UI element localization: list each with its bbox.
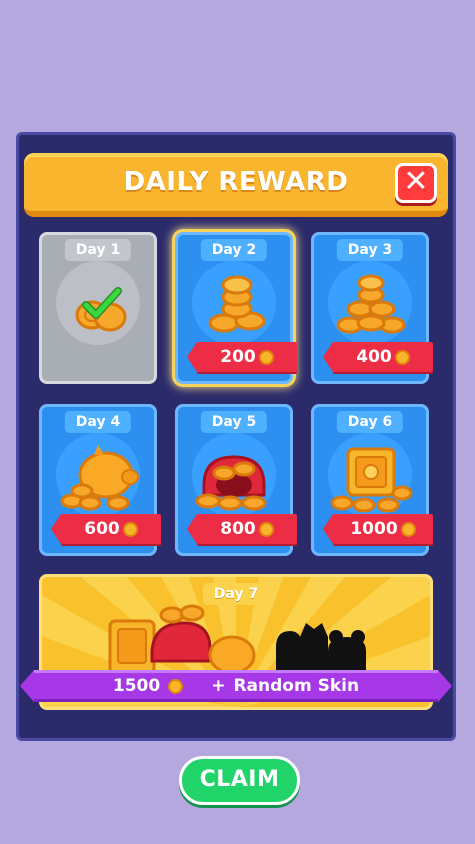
coin-stack-icon <box>208 275 266 333</box>
coin-icon <box>258 349 274 365</box>
reward-amount-ribbon: 200 <box>187 342 297 372</box>
reward-amount: 1500 <box>112 676 161 696</box>
mystery-skin-silhouettes-icon <box>276 623 366 675</box>
claim-button[interactable]: CLAIM <box>179 756 300 805</box>
reward-amount: 1000 <box>350 519 398 539</box>
treasure-sack-icon <box>195 455 267 511</box>
checkmark-icon <box>82 287 122 319</box>
reward-amount: 800 <box>220 519 256 539</box>
page-title: DAILY REWARD <box>123 167 349 197</box>
coin-stack-icon <box>336 274 406 334</box>
coin-icon <box>168 678 184 694</box>
reward-amount-ribbon: 400 <box>323 342 433 372</box>
coin-icon <box>394 349 410 365</box>
day-label: Day 5 <box>200 411 268 433</box>
bonus-reward: Random Skin <box>233 676 360 696</box>
reward-amount-ribbon: 1000 <box>323 514 433 544</box>
header-bar: DAILY REWARD <box>24 153 448 217</box>
day-card-1: Day 1 <box>39 232 157 384</box>
piggy-bank-icon <box>60 445 139 511</box>
close-icon: ✕ <box>403 164 429 199</box>
day-label: Day 6 <box>336 411 404 433</box>
day-label: Day 4 <box>64 411 132 433</box>
plus-sign: + <box>211 676 226 696</box>
reward-amount-ribbon: 800 <box>187 514 297 544</box>
reward-amount-ribbon: 600 <box>51 514 161 544</box>
coin-icon <box>122 521 138 537</box>
coin-icon <box>258 521 274 537</box>
safe-icon <box>330 447 413 513</box>
day-label: Day 2 <box>200 239 268 261</box>
day7-reward-banner: 1500 + Random Skin <box>20 670 452 702</box>
reward-amount: 600 <box>84 519 120 539</box>
coin-icon <box>400 521 416 537</box>
close-button[interactable]: ✕ <box>395 163 437 203</box>
day-label: Day 3 <box>336 239 404 261</box>
reward-amount: 200 <box>220 347 256 367</box>
day-label: Day 1 <box>64 239 132 261</box>
reward-amount: 400 <box>356 347 392 367</box>
